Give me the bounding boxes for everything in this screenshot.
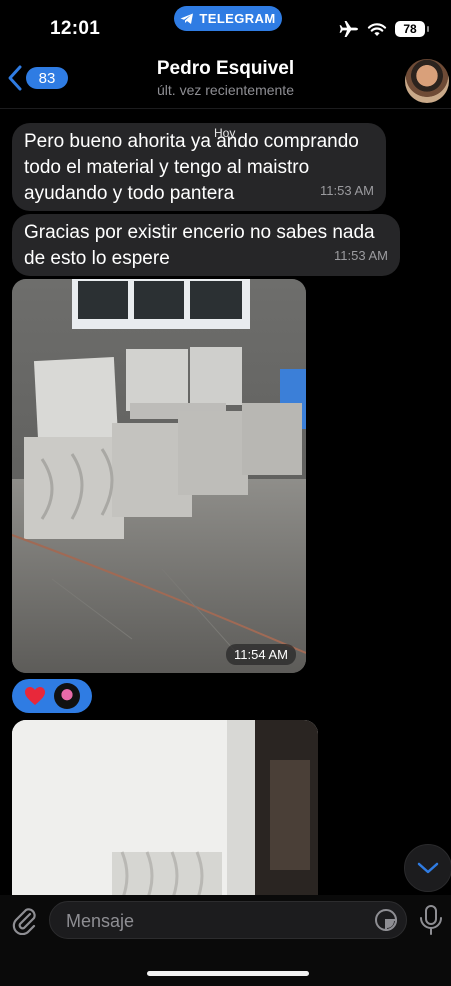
microphone-icon[interactable]	[418, 904, 444, 936]
photo-message[interactable]	[12, 720, 318, 895]
message-reactions[interactable]	[12, 679, 92, 713]
status-icons: 78	[339, 20, 429, 38]
contact-name: Pedro Esquivel	[156, 58, 295, 79]
battery-indicator: 78	[395, 21, 429, 37]
message-time: 11:53 AM	[320, 183, 374, 198]
telegram-pill-label: TELEGRAM	[199, 11, 276, 26]
message-bubble[interactable]: Pero bueno ahorita ya ando comprando tod…	[12, 123, 386, 211]
message-bubble[interactable]: Gracias por existir encerio no sabes nad…	[12, 214, 400, 276]
attach-icon[interactable]	[10, 905, 38, 935]
message-field[interactable]	[49, 901, 407, 940]
home-indicator	[147, 971, 309, 976]
sticker-icon[interactable]	[374, 908, 398, 932]
status-time: 12:01	[50, 18, 101, 39]
chevron-down-icon	[417, 862, 439, 874]
composer-bar	[0, 895, 451, 986]
telegram-pill[interactable]: TELEGRAM	[174, 6, 282, 31]
scroll-to-bottom-button[interactable]	[404, 844, 451, 892]
photo-time: 11:54 AM	[226, 644, 296, 665]
message-list[interactable]: Pero bueno ahorita ya ando comprando tod…	[0, 109, 451, 895]
airplane-icon	[339, 21, 358, 37]
message-time: 11:53 AM	[334, 248, 388, 263]
photo-image	[12, 720, 318, 895]
heart-icon	[25, 687, 45, 705]
date-label: Hoy	[214, 126, 236, 140]
reactor-avatar	[54, 683, 80, 709]
chat-header[interactable]: Pedro Esquivel últ. vez recientemente	[0, 58, 451, 98]
wifi-icon	[367, 22, 387, 36]
photo-message[interactable]: 11:54 AM	[12, 279, 306, 673]
telegram-icon	[180, 13, 194, 24]
battery-level: 78	[403, 22, 417, 36]
message-input[interactable]	[64, 902, 368, 940]
contact-avatar[interactable]	[405, 59, 449, 103]
contact-status: últ. vez recientemente	[157, 82, 294, 98]
photo-image	[12, 279, 306, 673]
